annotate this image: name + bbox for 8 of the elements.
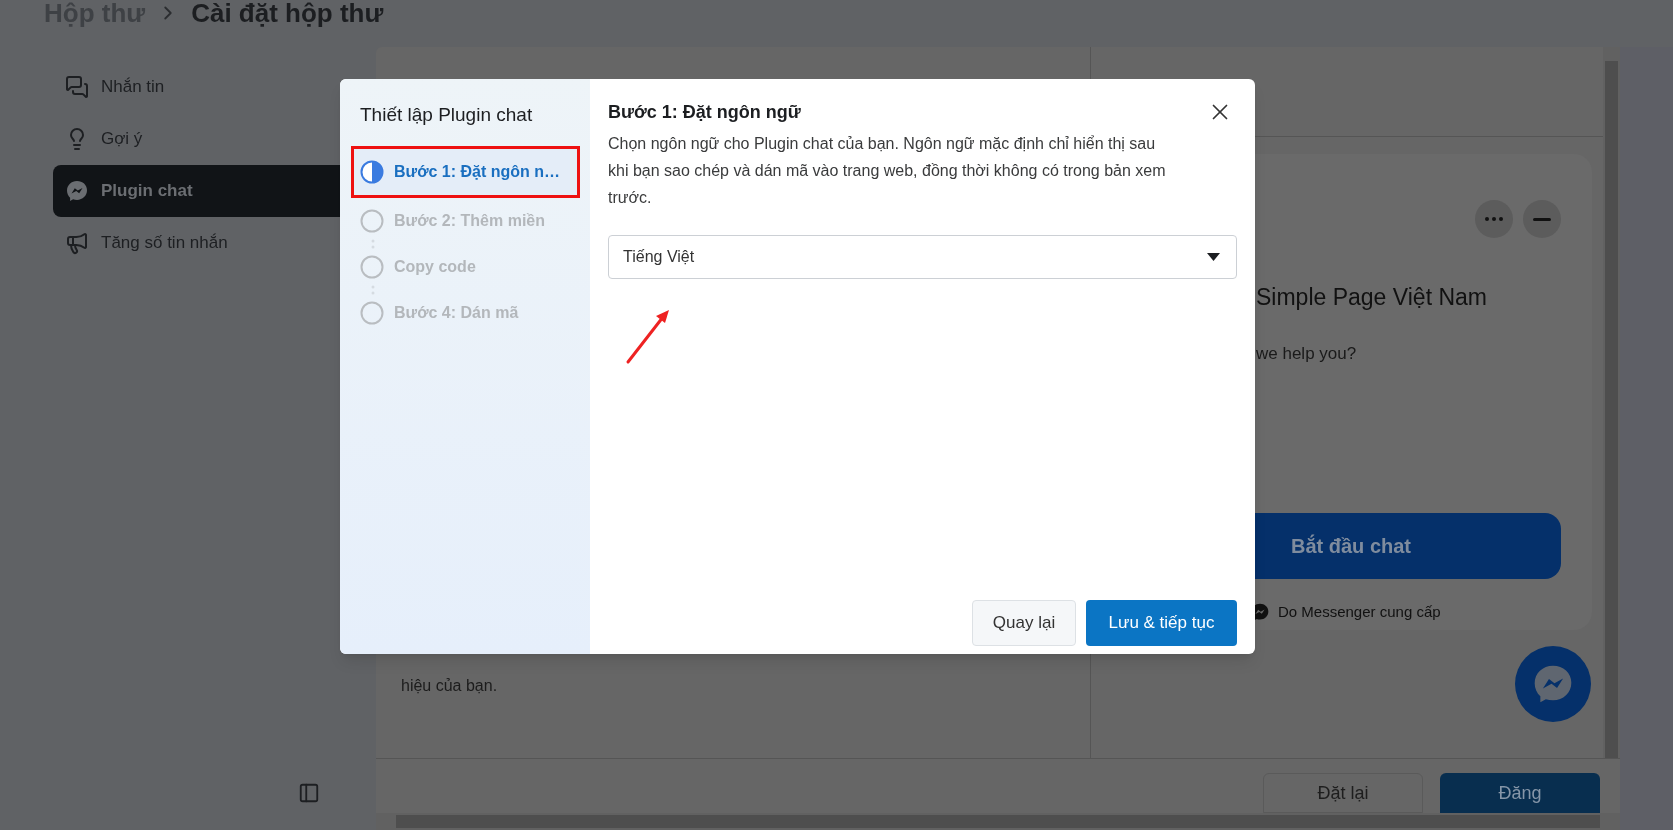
dialog-title: Bước 1: Đặt ngôn ngữ	[608, 101, 801, 124]
greeting-text: we help you?	[1256, 342, 1358, 365]
dialog-sidebar-title: Thiết lập Plugin chat	[359, 103, 534, 127]
page-title: Cài đặt hộp thư	[191, 0, 384, 26]
page-name: Simple Page Việt Nam	[1256, 283, 1488, 312]
dialog-description: Chọn ngôn ngữ cho Plugin chat của bạn. Ngôn ngữ mặc định chỉ hiển thị sau khi bạn sao chép và dán mã vào trang web, đồng thời không có trong bản xem trước.	[608, 134, 1167, 208]
description-text: hiệu của bạn.	[401, 676, 499, 696]
powered-by-text: Do Messenger cung cấp	[1278, 602, 1441, 622]
